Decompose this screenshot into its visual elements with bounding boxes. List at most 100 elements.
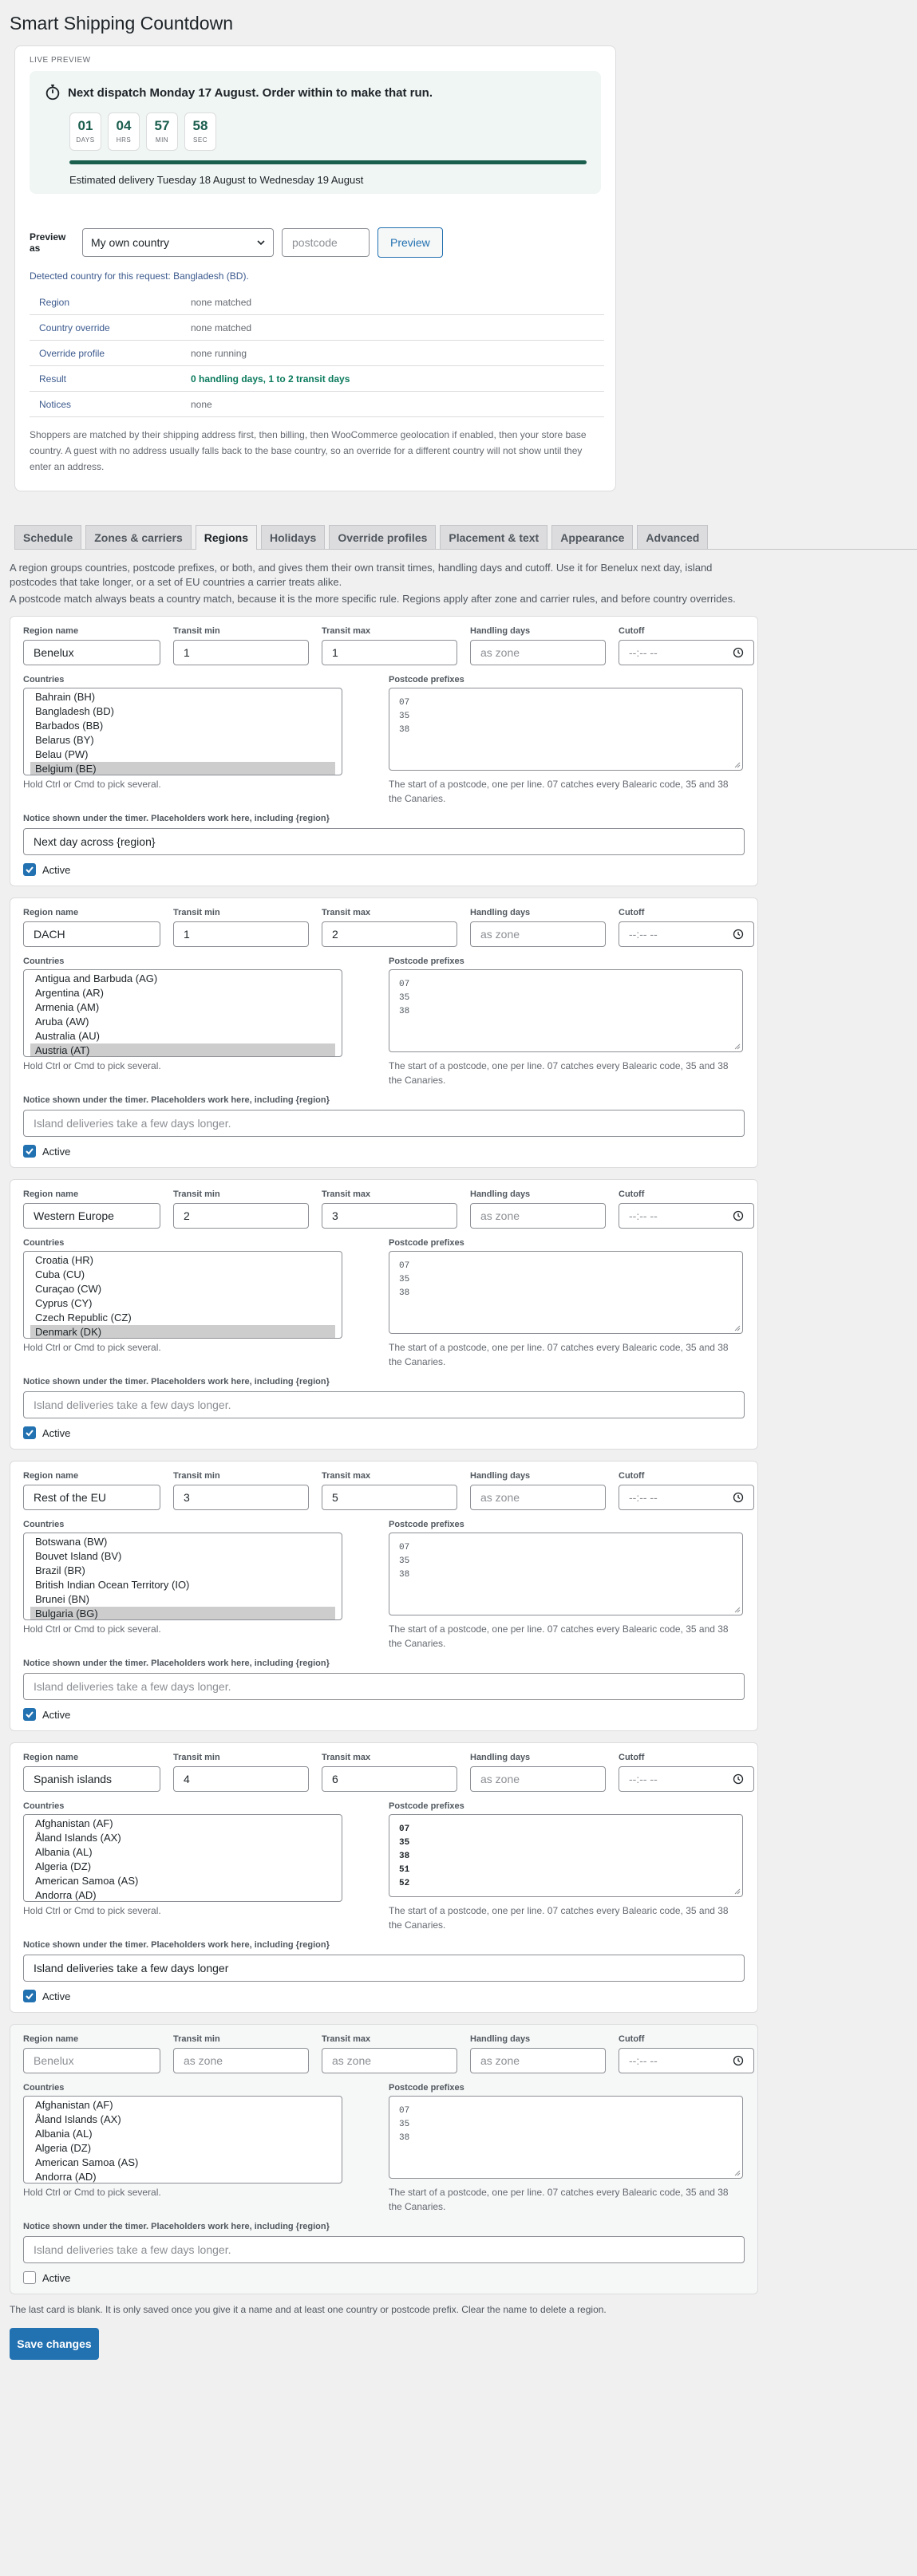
country-option[interactable]: Czech Republic (CZ) xyxy=(30,1311,335,1325)
cutoff-input[interactable]: --:-- -- xyxy=(619,640,754,665)
country-option[interactable]: Albania (AL) xyxy=(30,2127,335,2141)
tab-advanced[interactable]: Advanced xyxy=(637,525,709,549)
countries-multiselect[interactable]: Afghanistan (AF) Åland Islands (AX) Albani… xyxy=(23,2096,342,2183)
transit-max-input[interactable]: 5 xyxy=(322,1485,457,1510)
handling-days-input[interactable]: as zone xyxy=(470,2048,606,2073)
transit-max-input[interactable]: 1 xyxy=(322,640,457,665)
transit-max-input[interactable]: 2 xyxy=(322,921,457,947)
tab-zones-carriers[interactable]: Zones & carriers xyxy=(85,525,192,549)
postcode-textarea[interactable]: 07 35 38 xyxy=(389,1533,743,1615)
active-checkbox[interactable] xyxy=(23,1145,36,1158)
tab-schedule[interactable]: Schedule xyxy=(14,525,82,549)
handling-days-input[interactable]: as zone xyxy=(470,1203,606,1229)
clock-icon[interactable] xyxy=(733,1210,744,1221)
country-option[interactable]: Brunei (BN) xyxy=(30,1592,335,1607)
transit-min-input[interactable]: 1 xyxy=(173,640,309,665)
countries-multiselect[interactable]: Botswana (BW) Bouvet Island (BV) Brazil (B… xyxy=(23,1533,342,1620)
notice-input[interactable]: Island deliveries take a few days longer… xyxy=(23,1110,745,1137)
countries-multiselect[interactable]: Croatia (HR) Cuba (CU) Curaçao (CW) Cyprus … xyxy=(23,1251,342,1339)
active-toggle[interactable]: Active xyxy=(23,1990,745,2002)
active-toggle[interactable]: Active xyxy=(23,1708,745,1721)
tab-override-profiles[interactable]: Override profiles xyxy=(329,525,437,549)
transit-min-input[interactable]: 2 xyxy=(173,1203,309,1229)
cutoff-input[interactable]: --:-- -- xyxy=(619,1485,754,1510)
country-option[interactable]: Bouvet Island (BV) xyxy=(30,1549,335,1564)
active-checkbox[interactable] xyxy=(23,1990,36,2002)
tab-appearance[interactable]: Appearance xyxy=(551,525,634,549)
country-option[interactable]: Belau (PW) xyxy=(30,748,335,762)
country-option[interactable]: Barbados (BB) xyxy=(30,719,335,733)
transit-max-input[interactable]: 6 xyxy=(322,1766,457,1792)
transit-min-input[interactable]: as zone xyxy=(173,2048,309,2073)
transit-max-input[interactable]: as zone xyxy=(322,2048,457,2073)
transit-max-input[interactable]: 3 xyxy=(322,1203,457,1229)
postcode-input[interactable]: postcode xyxy=(282,228,370,257)
country-option[interactable]: American Samoa (AS) xyxy=(30,1874,335,1888)
region-name-input[interactable]: Benelux xyxy=(23,640,160,665)
active-checkbox[interactable] xyxy=(23,2271,36,2284)
countries-multiselect[interactable]: Bahrain (BH) Bangladesh (BD) Barbados (BB)… xyxy=(23,688,342,775)
countries-multiselect[interactable]: Afghanistan (AF) Åland Islands (AX) Albani… xyxy=(23,1814,342,1902)
country-option[interactable]: Belgium (BE) xyxy=(30,762,335,775)
cutoff-input[interactable]: --:-- -- xyxy=(619,2048,754,2073)
cutoff-input[interactable]: --:-- -- xyxy=(619,1766,754,1792)
postcode-textarea[interactable]: 07 35 38 xyxy=(389,2096,743,2179)
country-option[interactable]: Algeria (DZ) xyxy=(30,2141,335,2156)
transit-min-input[interactable]: 3 xyxy=(173,1485,309,1510)
active-checkbox[interactable] xyxy=(23,863,36,876)
notice-input[interactable]: Next day across {region} xyxy=(23,828,745,855)
country-option[interactable]: Croatia (HR) xyxy=(30,1253,335,1268)
tab-placement-text[interactable]: Placement & text xyxy=(440,525,548,549)
clock-icon[interactable] xyxy=(733,1492,744,1503)
country-option[interactable]: Andorra (AD) xyxy=(30,2170,335,2183)
clock-icon[interactable] xyxy=(733,1773,744,1785)
resize-grip-icon[interactable] xyxy=(734,1043,741,1050)
resize-grip-icon[interactable] xyxy=(734,762,741,768)
country-option[interactable]: Antigua and Barbuda (AG) xyxy=(30,972,335,986)
resize-grip-icon[interactable] xyxy=(734,1888,741,1895)
transit-min-input[interactable]: 1 xyxy=(173,921,309,947)
country-option[interactable]: Australia (AU) xyxy=(30,1029,335,1043)
postcode-textarea[interactable]: 07 35 38 xyxy=(389,688,743,771)
country-option[interactable]: Armenia (AM) xyxy=(30,1000,335,1015)
country-option[interactable]: British Indian Ocean Territory (IO) xyxy=(30,1578,335,1592)
country-option[interactable]: Åland Islands (AX) xyxy=(30,2112,335,2127)
clock-icon[interactable] xyxy=(733,647,744,658)
country-option[interactable]: Austria (AT) xyxy=(30,1043,335,1056)
handling-days-input[interactable]: as zone xyxy=(470,640,606,665)
country-option[interactable]: Algeria (DZ) xyxy=(30,1860,335,1874)
postcode-textarea[interactable]: 07 35 38 xyxy=(389,1251,743,1334)
region-name-input[interactable]: Benelux xyxy=(23,2048,160,2073)
postcode-textarea[interactable]: 07 35 38 51 52 xyxy=(389,1814,743,1897)
country-option[interactable]: Curaçao (CW) xyxy=(30,1282,335,1296)
clock-icon[interactable] xyxy=(733,929,744,940)
country-option[interactable]: Brazil (BR) xyxy=(30,1564,335,1578)
tab-regions[interactable]: Regions xyxy=(195,525,257,550)
country-option[interactable]: Albania (AL) xyxy=(30,1845,335,1860)
countries-multiselect[interactable]: Antigua and Barbuda (AG) Argentina (AR) Ar… xyxy=(23,969,342,1057)
country-option[interactable]: Afghanistan (AF) xyxy=(30,2098,335,2112)
handling-days-input[interactable]: as zone xyxy=(470,921,606,947)
notice-input[interactable]: Island deliveries take a few days longer… xyxy=(23,1391,745,1418)
country-option[interactable]: Argentina (AR) xyxy=(30,986,335,1000)
country-option[interactable]: Afghanistan (AF) xyxy=(30,1817,335,1831)
clock-icon[interactable] xyxy=(733,2055,744,2066)
country-option[interactable]: Bangladesh (BD) xyxy=(30,704,335,719)
country-option[interactable]: Cyprus (CY) xyxy=(30,1296,335,1311)
country-option[interactable]: Botswana (BW) xyxy=(30,1535,335,1549)
country-option[interactable]: Aruba (AW) xyxy=(30,1015,335,1029)
notice-input[interactable]: Island deliveries take a few days longer… xyxy=(23,2236,745,2263)
resize-grip-icon[interactable] xyxy=(734,1325,741,1331)
country-option[interactable]: Åland Islands (AX) xyxy=(30,1831,335,1845)
notice-input[interactable]: Island deliveries take a few days longer… xyxy=(23,1673,745,1700)
notice-input[interactable]: Island deliveries take a few days longer xyxy=(23,1955,745,1982)
active-toggle[interactable]: Active xyxy=(23,1145,745,1158)
region-name-input[interactable]: Rest of the EU xyxy=(23,1485,160,1510)
handling-days-input[interactable]: as zone xyxy=(470,1485,606,1510)
country-option[interactable]: Denmark (DK) xyxy=(30,1325,335,1338)
country-option[interactable]: Belarus (BY) xyxy=(30,733,335,748)
active-toggle[interactable]: Active xyxy=(23,863,745,876)
save-changes-button[interactable]: Save changes xyxy=(10,2328,99,2360)
active-checkbox[interactable] xyxy=(23,1708,36,1721)
country-option[interactable]: Cuba (CU) xyxy=(30,1268,335,1282)
